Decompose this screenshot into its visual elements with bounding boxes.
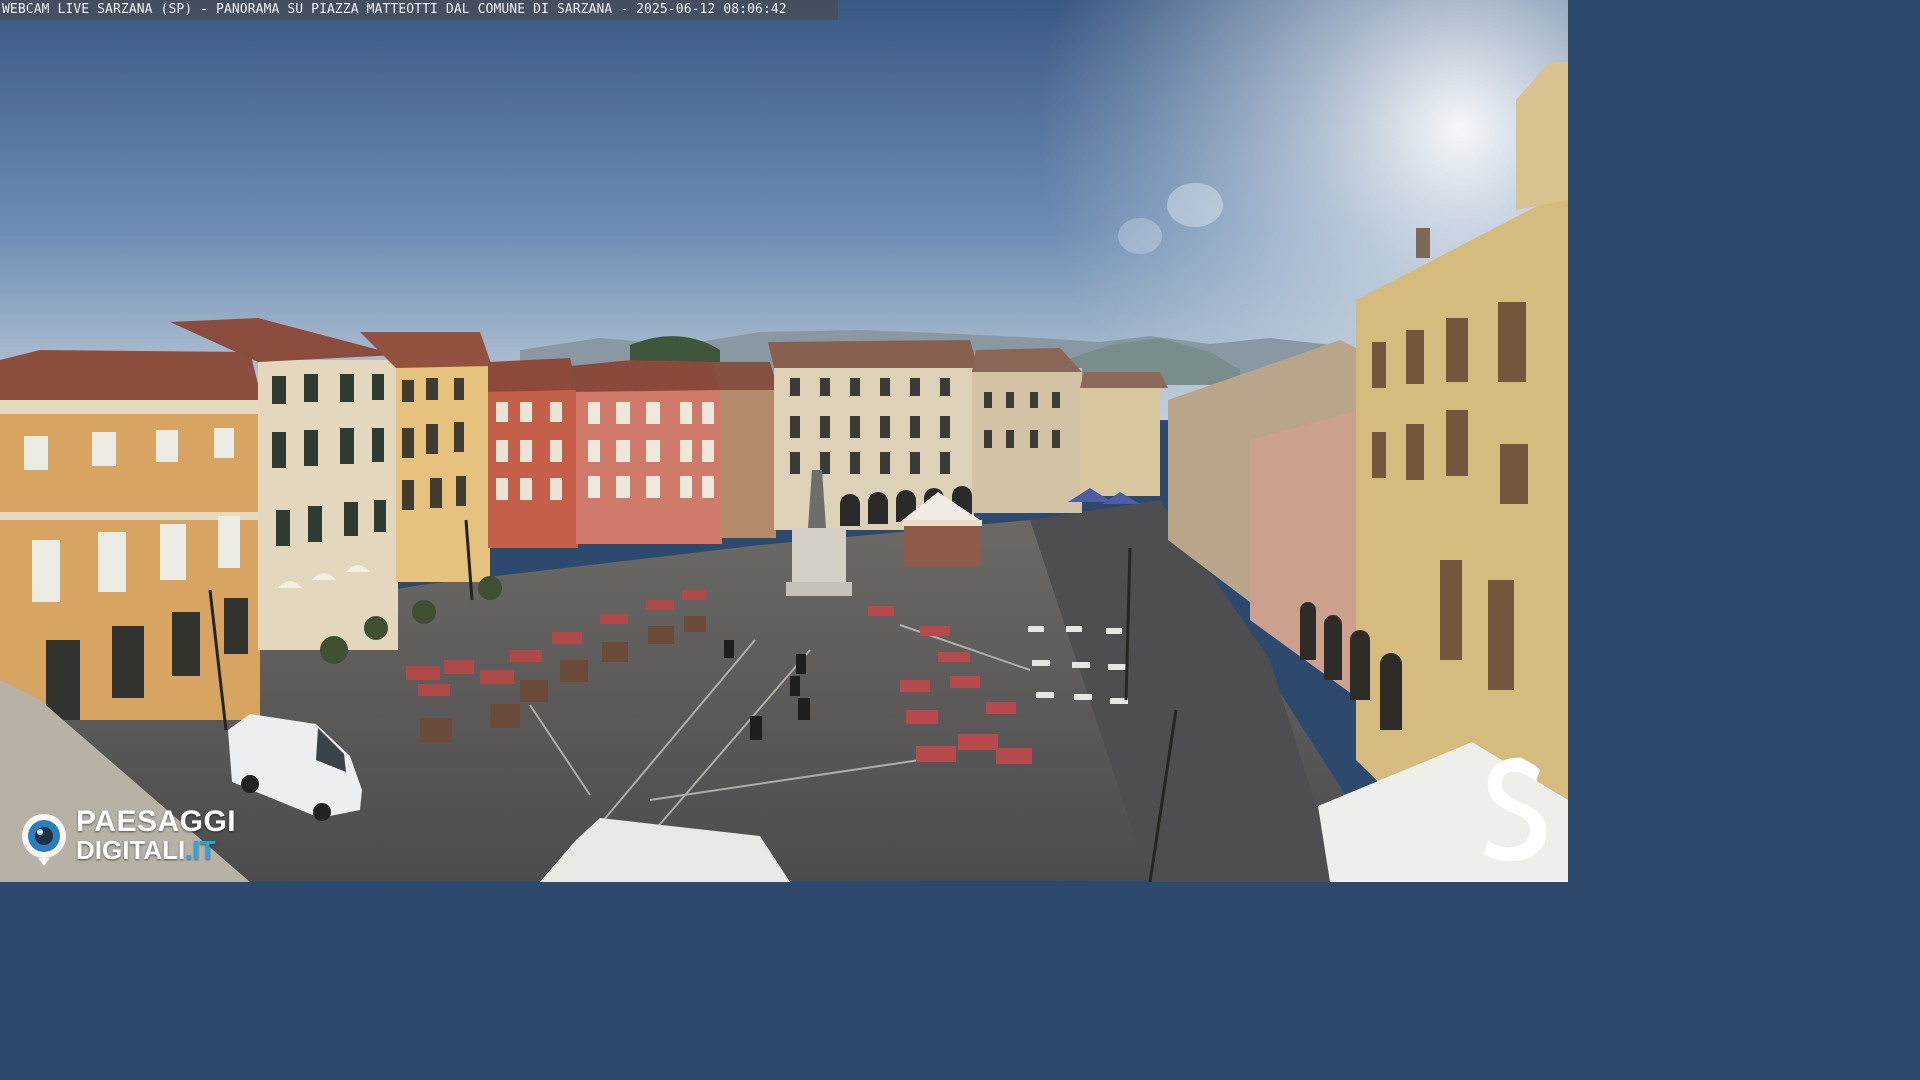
building-ochre-left (0, 350, 262, 720)
camera-lens-icon (22, 814, 66, 866)
lens-flare (1118, 218, 1162, 254)
paesaggi-digitali-watermark: PAESAGGI DIGITALI.IT (20, 806, 270, 870)
lens-flare (1167, 183, 1223, 227)
watermark-line-2: DIGITALI.IT (76, 836, 236, 864)
building-red (488, 358, 578, 548)
building-tan (712, 362, 778, 538)
watermark-line-1: PAESAGGI (76, 805, 237, 838)
webcam-frame: WEBCAM LIVE SARZANA (SP) - PANORAMA SU P… (0, 0, 1568, 882)
s-corner-logo (1484, 757, 1547, 862)
webcam-image (0, 0, 1568, 882)
buildings-far-street (972, 348, 1168, 513)
watermark-tld: .IT (185, 835, 216, 865)
webcam-caption-bar: WEBCAM LIVE SARZANA (SP) - PANORAMA SU P… (0, 0, 838, 20)
webcam-caption: WEBCAM LIVE SARZANA (SP) - PANORAMA SU P… (2, 2, 787, 17)
watermark-digitali: DIGITALI (76, 835, 186, 865)
building-pink (570, 360, 722, 544)
